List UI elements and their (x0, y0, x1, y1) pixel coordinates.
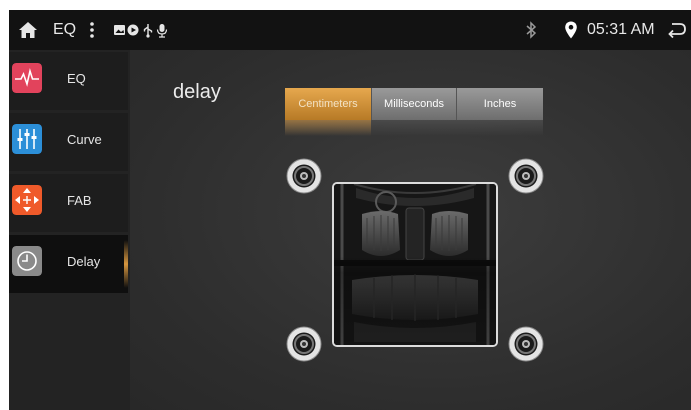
bluetooth-icon (526, 21, 537, 39)
back-icon[interactable] (667, 21, 687, 39)
sidebar-item-fab[interactable]: FAB (9, 174, 128, 232)
active-indicator (124, 240, 128, 288)
tab-inches[interactable]: Inches (456, 88, 543, 120)
location-icon (565, 21, 577, 39)
clock-icon (12, 246, 42, 276)
sidebar-item-label: Curve (67, 132, 102, 147)
circle-play-icon (127, 24, 139, 36)
sidebar: EQ Curve FAB Delay (9, 50, 130, 410)
status-bar: EQ 05:31 AM (9, 10, 691, 50)
sidebar-item-label: FAB (67, 193, 92, 208)
sidebar-item-curve[interactable]: Curve (9, 113, 128, 171)
clock-time: 05:31 AM (587, 21, 655, 38)
usb-icon (143, 24, 153, 38)
sidebar-item-label: EQ (67, 71, 86, 86)
unit-tab-bar: Centimeters Milliseconds Inches (285, 88, 543, 120)
sidebar-item-label: Delay (67, 254, 101, 269)
tab-milliseconds[interactable]: Milliseconds (371, 88, 456, 120)
tab-active-reflection (285, 120, 371, 136)
car-seats-illustration (334, 184, 496, 345)
status-icons-group (114, 24, 168, 38)
tab-centimeters[interactable]: Centimeters (285, 88, 371, 120)
image-icon (114, 25, 125, 35)
app-title: EQ (53, 21, 77, 38)
front-right-speaker-button[interactable] (507, 157, 545, 195)
sidebar-item-delay[interactable]: Delay (9, 235, 128, 293)
waveform-icon (12, 63, 42, 93)
home-icon[interactable] (18, 20, 38, 40)
page-title: delay (173, 81, 221, 103)
more-vert-icon[interactable] (88, 20, 96, 40)
front-left-speaker-button[interactable] (285, 157, 323, 195)
car-interior-image (332, 182, 498, 347)
mic-icon (156, 24, 168, 38)
sliders-icon (12, 124, 42, 154)
rear-right-speaker-button[interactable] (507, 325, 545, 363)
fade-balance-icon (12, 185, 42, 215)
rear-left-speaker-button[interactable] (285, 325, 323, 363)
sidebar-item-eq[interactable]: EQ (9, 52, 128, 110)
